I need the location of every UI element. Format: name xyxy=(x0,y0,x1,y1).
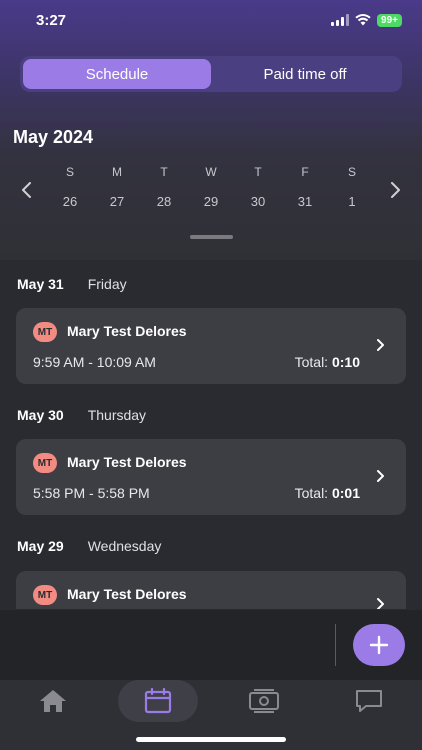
battery-icon: 99+ xyxy=(377,13,402,27)
day-cell[interactable]: T 30 xyxy=(238,162,278,212)
entry-date: May 29 xyxy=(17,538,64,554)
entry-date: May 31 xyxy=(17,276,64,292)
chevron-right-icon xyxy=(391,182,400,198)
day-cell[interactable]: T 28 xyxy=(144,162,184,212)
day-number: 31 xyxy=(297,194,313,209)
day-number: 28 xyxy=(156,194,172,209)
plus-icon xyxy=(369,635,389,655)
calendar-icon xyxy=(144,688,172,714)
day-letter: F xyxy=(301,165,309,179)
previous-week-button[interactable] xyxy=(16,180,36,200)
home-icon xyxy=(40,690,66,712)
total-value: 0:01 xyxy=(331,485,360,501)
chevron-right-icon xyxy=(377,470,384,482)
entry-date: May 30 xyxy=(17,407,64,423)
day-letter: W xyxy=(205,165,217,179)
employee-name: Mary Test Delores xyxy=(67,586,187,602)
entry-weekday: Wednesday xyxy=(87,538,162,554)
status-time: 3:27 xyxy=(36,11,67,29)
total-label: Total: xyxy=(294,485,329,501)
avatar: MT xyxy=(33,585,57,605)
day-header: May 29 Wednesday xyxy=(17,538,161,554)
day-number: 29 xyxy=(203,194,219,209)
time-range: 5:58 PM - 5:58 PM xyxy=(33,485,150,501)
next-week-button[interactable] xyxy=(386,180,406,200)
day-letter: S xyxy=(347,165,356,179)
day-header: May 31 Friday xyxy=(17,276,127,292)
day-cell[interactable]: M 27 xyxy=(97,162,137,212)
day-letter: T xyxy=(254,165,262,179)
day-cell[interactable]: S 1 xyxy=(332,162,372,212)
day-letter: M xyxy=(112,165,122,179)
tab-schedule-nav[interactable] xyxy=(118,680,198,722)
wifi-icon xyxy=(355,14,371,26)
time-entry-card[interactable]: MT Mary Test Delores xyxy=(16,571,406,609)
status-icons: 99+ xyxy=(331,13,402,27)
total-value: 0:10 xyxy=(331,354,360,370)
bottom-tab-bar xyxy=(0,680,422,750)
chat-icon xyxy=(356,690,382,712)
avatar: MT xyxy=(33,322,57,342)
month-title: May 2024 xyxy=(13,127,94,147)
day-cell[interactable]: S 26 xyxy=(50,162,90,212)
money-icon xyxy=(249,689,279,713)
time-entry-card[interactable]: MT Mary Test Delores 5:58 PM - 5:58 PM T… xyxy=(16,439,406,515)
home-indicator xyxy=(136,737,286,742)
total-duration: Total: 0:10 xyxy=(295,354,360,370)
action-bar xyxy=(0,610,422,680)
chevron-right-icon xyxy=(377,339,384,351)
employee-name: Mary Test Delores xyxy=(67,454,187,470)
day-number: 30 xyxy=(250,194,266,209)
tab-paid-time-off[interactable]: Paid time off xyxy=(211,59,399,89)
day-number: 27 xyxy=(109,194,125,209)
tab-schedule[interactable]: Schedule xyxy=(23,59,211,89)
signal-icon xyxy=(331,14,350,26)
divider xyxy=(335,624,336,666)
avatar: MT xyxy=(33,453,57,473)
tab-home[interactable] xyxy=(28,680,78,722)
chevron-right-icon xyxy=(377,598,384,609)
tab-pay[interactable] xyxy=(238,680,290,722)
day-header: May 30 Thursday xyxy=(17,407,146,423)
day-number: 26 xyxy=(62,194,78,209)
status-bar: 3:27 99+ xyxy=(0,0,422,40)
total-duration: Total: 0:01 xyxy=(295,485,360,501)
employee-name: Mary Test Delores xyxy=(67,323,187,339)
chevron-left-icon xyxy=(22,182,31,198)
entry-weekday: Friday xyxy=(87,276,127,292)
tab-messages[interactable] xyxy=(344,680,394,722)
day-number: 1 xyxy=(348,194,356,209)
entry-weekday: Thursday xyxy=(87,407,147,423)
day-letter: S xyxy=(65,165,74,179)
week-strip: S 26 M 27 T 28 W 29 T 30 F 31 S 1 xyxy=(50,162,372,212)
calendar-drag-handle[interactable] xyxy=(190,235,233,239)
day-letter: T xyxy=(160,165,168,179)
total-label: Total: xyxy=(294,354,329,370)
time-range: 9:59 AM - 10:09 AM xyxy=(33,354,156,370)
add-time-entry-button[interactable] xyxy=(353,624,405,666)
day-cell[interactable]: W 29 xyxy=(191,162,231,212)
time-entry-card[interactable]: MT Mary Test Delores 9:59 AM - 10:09 AM … xyxy=(16,308,406,384)
view-segmented-control: Schedule Paid time off xyxy=(20,56,402,92)
day-cell[interactable]: F 31 xyxy=(285,162,325,212)
timesheet-list: May 31 Friday MT Mary Test Delores 9:59 … xyxy=(0,260,422,610)
